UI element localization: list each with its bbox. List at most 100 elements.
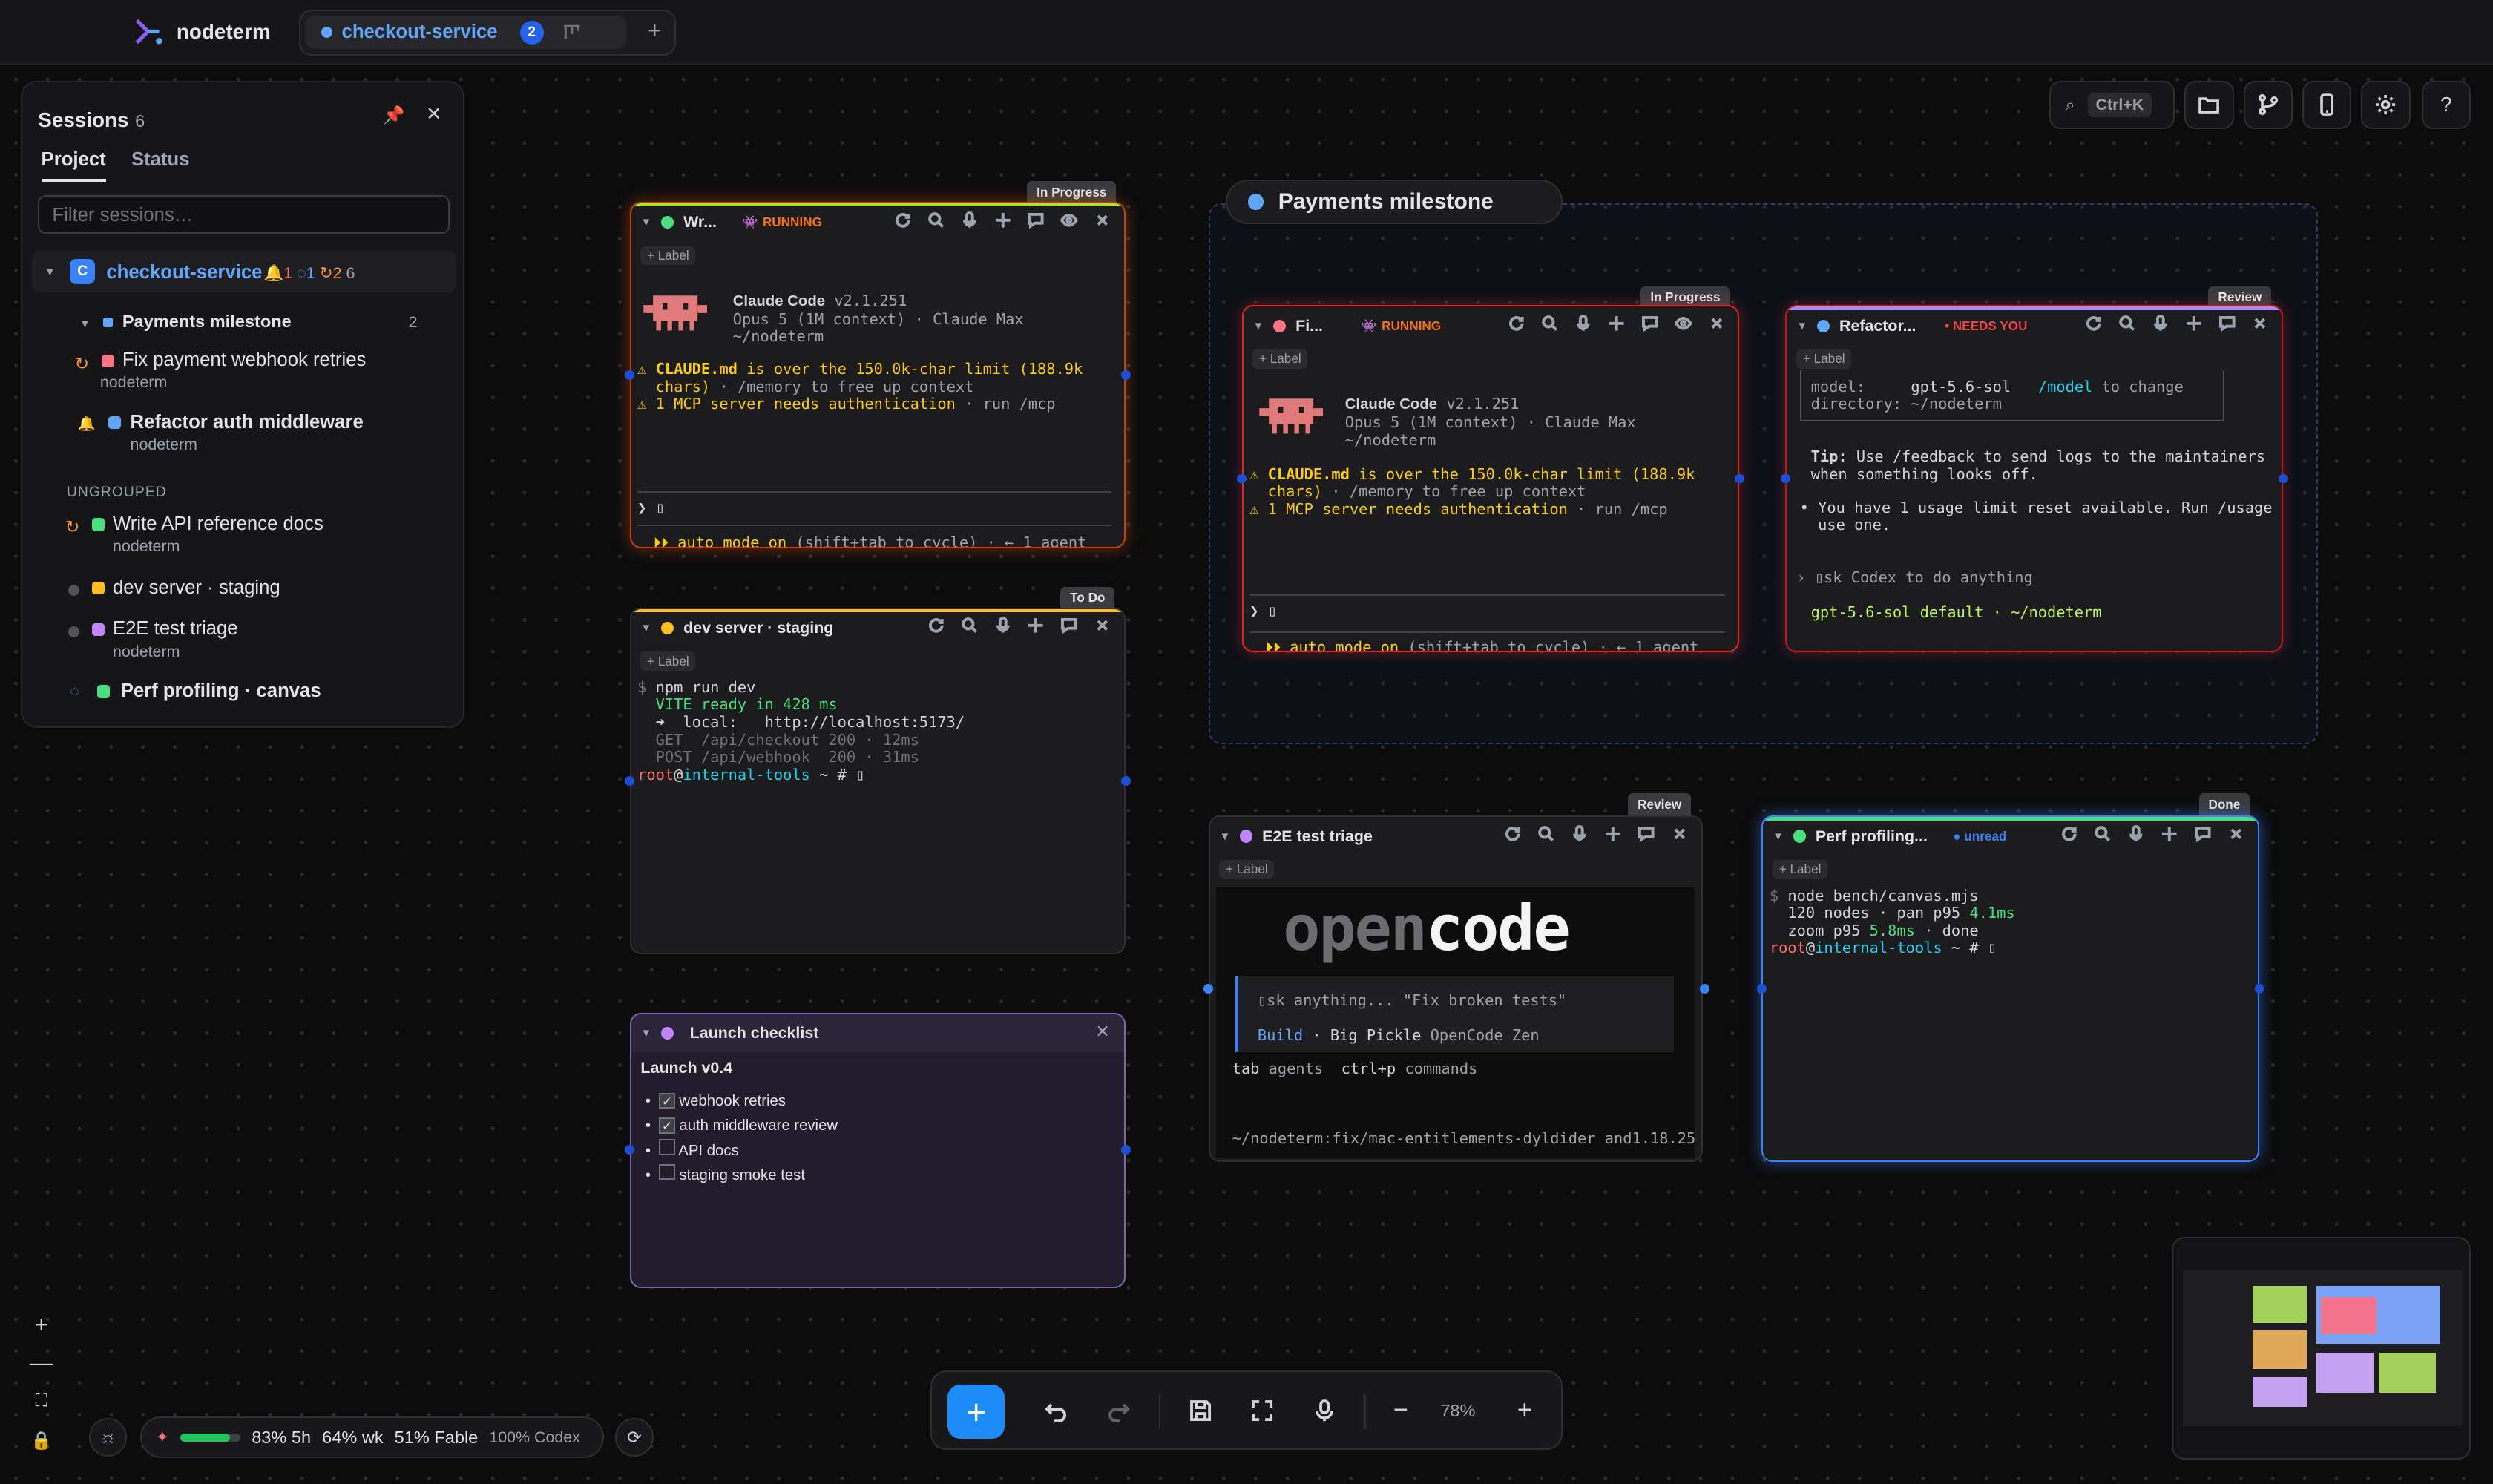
collapse-icon[interactable]: ▼ [1219, 830, 1230, 843]
close-icon[interactable] [1671, 825, 1689, 843]
new-session-button[interactable]: + [947, 1385, 1005, 1439]
add-label-button[interactable]: + Label [1773, 860, 1827, 879]
refresh-icon[interactable] [1508, 315, 1525, 332]
comment-icon[interactable] [1641, 315, 1659, 332]
mic-icon[interactable] [961, 211, 979, 229]
refresh-icon[interactable] [894, 211, 912, 229]
search-icon[interactable] [927, 211, 945, 229]
prompt-input[interactable]: ❯ ▯ [637, 499, 665, 517]
session-refactor-auth[interactable]: Refactor auth middleware [131, 412, 364, 433]
connection-port[interactable] [2278, 473, 2288, 484]
close-icon[interactable] [1708, 315, 1726, 332]
brand[interactable]: nodeterm [132, 16, 271, 47]
search-icon[interactable] [2094, 825, 2112, 843]
comment-icon[interactable] [2194, 825, 2212, 843]
close-icon[interactable] [2227, 825, 2245, 843]
checklist-item[interactable]: • staging smoke test [646, 1163, 838, 1188]
codex-prompt-input[interactable]: › ▯sk Codex to do anything [1796, 568, 2032, 587]
mic-icon[interactable] [994, 617, 1012, 634]
connection-port[interactable] [1120, 775, 1131, 786]
connection-port[interactable] [2254, 984, 2264, 994]
refresh-usage-button[interactable]: ⟳ [615, 1418, 654, 1457]
undo-button[interactable] [1039, 1394, 1071, 1426]
sparkle-icon[interactable] [994, 211, 1012, 229]
terminal-refactor-auth[interactable]: ▼ Refactor... • NEEDS YOU + Label model:… [1785, 305, 2284, 652]
tab-status[interactable]: Status [131, 149, 190, 182]
zoom-out-button[interactable]: — [21, 1345, 62, 1380]
refresh-icon[interactable] [1504, 825, 1522, 843]
theme-button[interactable]: ☼ [89, 1418, 128, 1457]
fit-view-button[interactable]: ⛶ [21, 1383, 62, 1418]
terminal-fix-payment[interactable]: ▼ Fi... 👾 RUNNING + Label Claude Code v2.… [1241, 305, 1740, 652]
terminal-perf-profiling[interactable]: ▼ Perf profiling... ● unread + Label $ n… [1761, 815, 2260, 1163]
terminal-e2e-triage[interactable]: ▼ E2E test triage + Label opencode ▯sk a… [1208, 815, 1704, 1163]
save-button[interactable] [1184, 1394, 1216, 1426]
sparkle-icon[interactable] [1604, 825, 1622, 843]
project-row[interactable]: ▼ C checkout-service 🔔1 ◌1 ↻2 6 [31, 251, 456, 293]
connection-port[interactable] [1120, 370, 1131, 381]
help-button[interactable]: ? [2421, 81, 2471, 129]
mic-icon[interactable] [2152, 315, 2170, 332]
session-fix-payment[interactable]: Fix payment webhook retries [122, 349, 367, 371]
search-icon[interactable] [1537, 825, 1555, 843]
opencode-prompt[interactable]: ▯sk anything... "Fix broken tests" [1258, 991, 1566, 1010]
connection-port[interactable] [625, 775, 634, 786]
terminal-dev-server[interactable]: ▼ dev server · staging + Label $ npm run… [629, 607, 1126, 954]
comment-icon[interactable] [1638, 825, 1655, 843]
close-icon[interactable] [1094, 617, 1111, 634]
folder-button[interactable] [2184, 81, 2234, 129]
collapse-icon[interactable]: ▼ [1773, 830, 1784, 843]
git-button[interactable] [2243, 81, 2293, 129]
session-e2e[interactable]: E2E test triage [113, 618, 238, 640]
search-icon[interactable] [2118, 315, 2136, 332]
collapse-icon[interactable]: ▼ [640, 216, 651, 229]
close-icon[interactable]: ✕ [1095, 1021, 1110, 1042]
collapse-icon[interactable]: ▼ [640, 1027, 651, 1040]
device-button[interactable] [2302, 81, 2352, 129]
connection-port[interactable] [1756, 984, 1767, 994]
collapse-icon[interactable]: ▼ [1796, 320, 1807, 332]
terminal-write-api[interactable]: ▼ Wr... 👾 RUNNING + Label Claude Code v2.… [629, 202, 1126, 549]
zoom-in-button[interactable]: + [1508, 1394, 1540, 1426]
close-icon[interactable] [2251, 315, 2269, 332]
comment-icon[interactable] [2218, 315, 2236, 332]
zoom-out-button[interactable]: − [1385, 1394, 1416, 1426]
mic-icon[interactable] [1574, 315, 1592, 332]
sparkle-icon[interactable] [1027, 617, 1045, 634]
checklist-item[interactable]: • ✓ auth middleware review [646, 1114, 838, 1138]
collapse-icon[interactable]: ▼ [1252, 320, 1264, 332]
connection-port[interactable] [1699, 984, 1709, 994]
voice-button[interactable] [1308, 1394, 1340, 1426]
connection-port[interactable] [1734, 473, 1744, 484]
lock-button[interactable]: 🔒 [21, 1423, 62, 1458]
session-perf[interactable]: Perf profiling · canvas [121, 680, 321, 702]
mic-icon[interactable] [2127, 825, 2145, 843]
checklist-item[interactable]: • API docs [646, 1139, 838, 1163]
checklist-item[interactable]: • ✓ webhook retries [646, 1089, 838, 1114]
close-panel-button[interactable]: ✕ [426, 103, 442, 125]
eye-icon[interactable] [1674, 315, 1692, 332]
add-label-button[interactable]: + Label [1252, 349, 1308, 369]
settings-button[interactable] [2361, 81, 2411, 129]
filter-sessions-input[interactable]: Filter sessions… [38, 195, 450, 234]
usage-meter[interactable]: ✦ 83% 5h 64% wk 51% Fable 100% Codex [139, 1416, 605, 1459]
redo-button[interactable] [1103, 1394, 1135, 1426]
fullscreen-button[interactable] [1246, 1394, 1278, 1426]
connection-port[interactable] [1781, 473, 1790, 484]
pin-icon[interactable]: 📌 [383, 105, 404, 125]
add-label-button[interactable]: + Label [1796, 349, 1852, 369]
minimap[interactable] [2172, 1237, 2471, 1460]
window-header[interactable]: ▼ Launch checklist [631, 1014, 1125, 1053]
zoom-in-button[interactable]: + [21, 1307, 62, 1342]
search-icon[interactable] [961, 617, 979, 634]
add-label-button[interactable]: + Label [640, 651, 696, 671]
tab-project[interactable]: Project [41, 149, 106, 182]
collapse-icon[interactable]: ▼ [640, 622, 651, 634]
session-dev-server[interactable]: dev server · staging [113, 577, 280, 599]
note-launch-checklist[interactable]: ▼ Launch checklist ✕ Launch v0.4 • ✓ web… [629, 1013, 1126, 1288]
add-tab-button[interactable]: + [648, 17, 662, 45]
sparkle-icon[interactable] [1608, 315, 1626, 332]
comment-icon[interactable] [1060, 617, 1078, 634]
prompt-input[interactable]: ❯ ▯ [1249, 602, 1277, 620]
mic-icon[interactable] [1571, 825, 1589, 843]
